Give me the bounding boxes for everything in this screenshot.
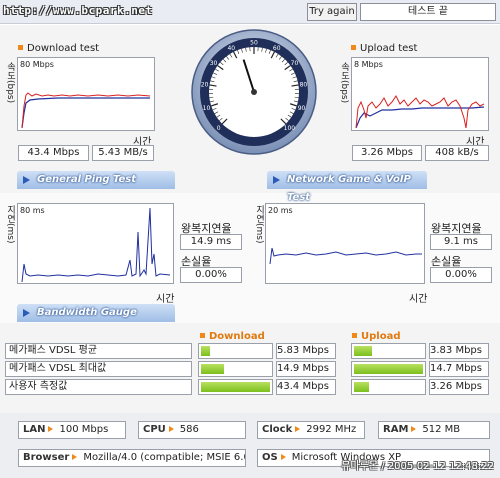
upload-bar-fill [354, 364, 423, 374]
clock-info: Clock 2992 MHz [257, 421, 365, 439]
status-text: 테스트 끝 [360, 3, 496, 21]
game-loss-value: 0.00% [430, 267, 492, 283]
upload-bps: 3.26 Mbps [352, 145, 422, 161]
download-series-blue [21, 97, 150, 129]
game-chart: 20 ms [265, 203, 425, 284]
ping-loss-value: 0.00% [180, 267, 242, 283]
cpu-key: CPU [143, 424, 166, 435]
ram-info: RAM 512 MB [378, 421, 490, 439]
upload-bar [351, 379, 426, 395]
upload-ylabel: 속도(bps) [339, 62, 349, 104]
lan-key: LAN [23, 424, 46, 435]
upload-chart: 8 Mbps [351, 57, 489, 131]
upload-bar-fill [354, 346, 372, 356]
download-header: Download [200, 331, 265, 342]
gauge-tick-label: 90 [298, 105, 306, 112]
cpu-info: CPU 586 [138, 421, 246, 439]
download-plot [21, 92, 151, 129]
download-bps: 43.4 Mbps [18, 145, 89, 161]
clock-value: 2992 MHz [306, 424, 357, 435]
try-again-button[interactable]: Try again [307, 3, 357, 21]
gauge-tick-label: 20 [201, 82, 209, 89]
cpu-value: 586 [179, 424, 199, 435]
gauge-tick-label: 30 [210, 60, 218, 67]
footer-timestamp: 유마루온 / 2005-02-12 12:48:22 [341, 461, 494, 472]
upload-series-red [355, 95, 485, 129]
upload-bar-value: 3.26 Mbps [429, 379, 489, 395]
arrow-right-icon [48, 426, 54, 432]
browser-key: Browser [23, 452, 70, 463]
site-url[interactable]: http://www.bcpark.net [3, 4, 153, 17]
lan-info: LAN 100 Mbps [18, 421, 126, 439]
tab-bandwidth-gauge[interactable]: Bandwidth Gauge [17, 304, 175, 322]
arrow-right-icon [168, 426, 174, 432]
game-xlabel: 시간 [409, 294, 428, 305]
upload-bar-fill [354, 382, 369, 392]
gauge-tick-label: 40 [227, 45, 235, 52]
download-bytes: 5.43 MB/s [92, 145, 154, 161]
ping-rtt-value: 14.9 ms [180, 234, 242, 250]
ping-ylabel: 지연(ms) [5, 205, 15, 244]
gauge-tick-label: 60 [273, 45, 281, 52]
tab-general-ping-test[interactable]: General Ping Test [17, 171, 175, 189]
upload-header: Upload [352, 331, 400, 342]
upload-bytes: 408 kB/s [425, 145, 489, 161]
arrow-right-icon [280, 454, 286, 460]
download-bar [198, 379, 273, 395]
clock-key: Clock [262, 424, 293, 435]
upload-series-blue [355, 106, 485, 129]
upload-bar [351, 343, 426, 359]
upload-title: Upload test [351, 43, 417, 54]
download-bar-value: 43.4 Mbps [276, 379, 336, 395]
arrow-right-icon [72, 454, 78, 460]
upload-bar-value: 3.83 Mbps [429, 343, 489, 359]
browser-info: Browser Mozilla/4.0 (compatible; MSIE 6.0 [18, 449, 246, 467]
bandwidth-row-label: 사용자 측정값 [5, 379, 192, 395]
download-ylabel: 속도(bps) [5, 62, 15, 104]
upload-bar [351, 361, 426, 377]
gauge-tick-label: 50 [250, 40, 258, 47]
browser-value: Mozilla/4.0 (compatible; MSIE 6.0 [83, 452, 246, 463]
speedometer: 0 10 20 30 40 50 60 70 80 90 100 [190, 28, 318, 156]
ping-chart: 80 ms [17, 203, 174, 284]
download-chart: 80 Mbps [17, 57, 155, 131]
download-bar [198, 343, 273, 359]
bandwidth-row-label: 메가패스 VDSL 최대값 [5, 361, 192, 377]
gauge-tick-label: 0 [217, 125, 221, 132]
gauge-tick-label: 10 [203, 105, 211, 112]
arrow-right-icon [411, 426, 417, 432]
bandwidth-row-label: 메가패스 VDSL 평균 [5, 343, 192, 359]
speedometer-dial: 0 10 20 30 40 50 60 70 80 90 100 [191, 29, 317, 155]
download-bar-fill [201, 364, 224, 374]
top-bar: http://www.bcpark.net Try again 테스트 끝 [0, 0, 500, 24]
download-title: Download test [18, 43, 99, 54]
game-series [269, 247, 422, 265]
game-plot [269, 247, 422, 265]
download-bar-fill [201, 346, 210, 356]
tab-network-game-voip-test[interactable]: Network Game & VoIP Test [267, 171, 427, 203]
download-bar-value: 14.9 Mbps [276, 361, 336, 377]
upload-plot [355, 95, 485, 129]
gauge-tick-label: 80 [300, 82, 308, 89]
gauge-tick-label: 100 [284, 125, 296, 132]
ping-xlabel: 시간 [156, 294, 175, 305]
gauge-tick-label: 70 [291, 60, 299, 67]
lan-value: 100 Mbps [59, 424, 109, 435]
download-bar [198, 361, 273, 377]
upload-bar-value: 14.7 Mbps [429, 361, 489, 377]
ping-plot [21, 207, 171, 283]
ram-value: 512 MB [422, 424, 461, 435]
arrow-right-icon [295, 426, 301, 432]
download-bar-value: 5.83 Mbps [276, 343, 336, 359]
ram-key: RAM [383, 424, 409, 435]
ping-series [21, 207, 171, 283]
game-rtt-value: 9.1 ms [430, 234, 492, 250]
download-bar-fill [201, 382, 270, 392]
os-key: OS [262, 452, 278, 463]
